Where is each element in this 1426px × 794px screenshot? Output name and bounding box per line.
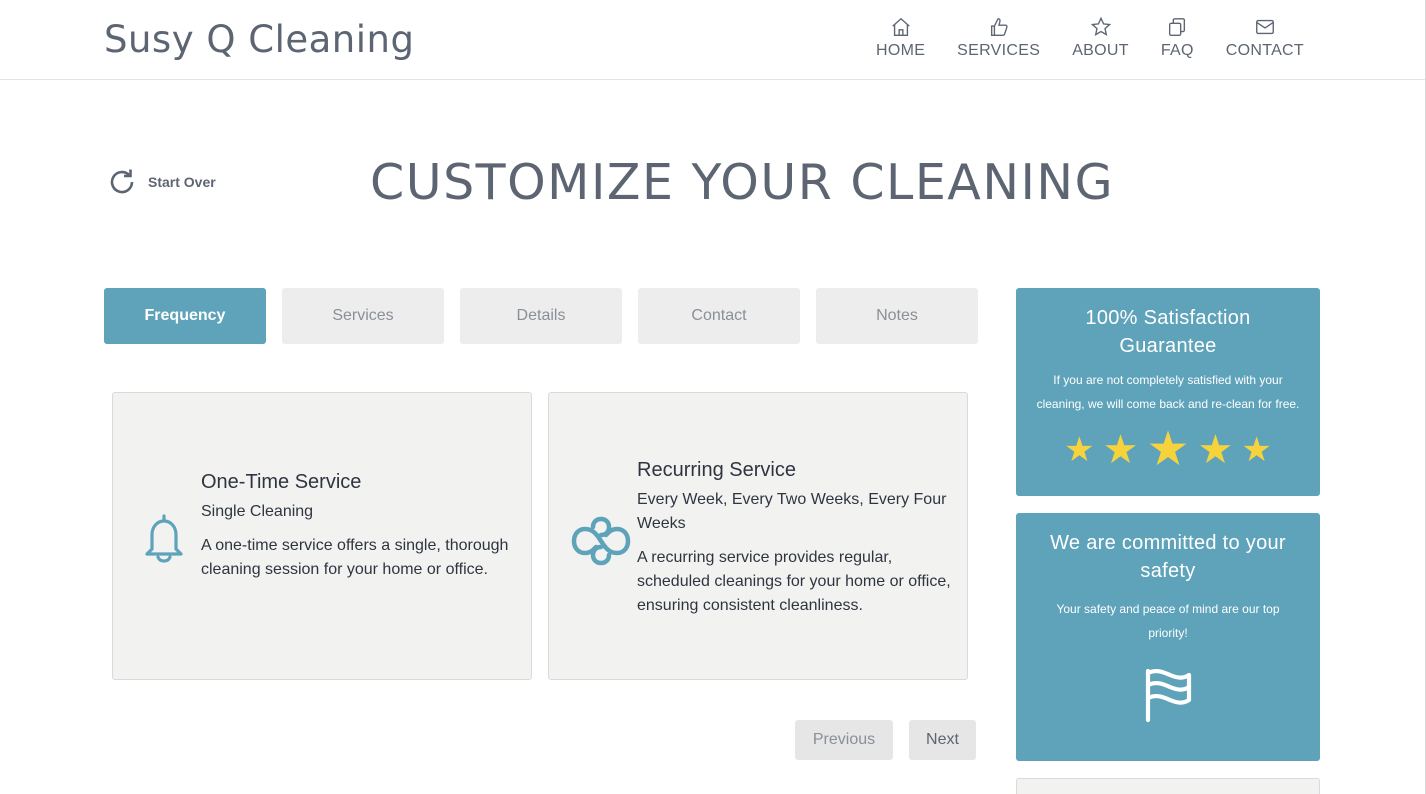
- refresh-icon: [110, 169, 134, 194]
- star-icon: ★: [1102, 428, 1139, 472]
- option-subtitle: Single Cleaning: [201, 503, 314, 520]
- safety-commitment-box: We are committed to your safety Your saf…: [1016, 513, 1320, 761]
- thumbs-up-icon: [990, 18, 1008, 36]
- safety-text: Your safety and peace of mind are our to…: [1056, 602, 1280, 640]
- next-button[interactable]: Next: [909, 720, 976, 760]
- nav-home-label: HOME: [875, 42, 926, 59]
- option-description: A one-time service offers a single, thor…: [201, 537, 509, 578]
- page-title: CUSTOMIZE YOUR CLEANING: [370, 154, 1115, 211]
- home-icon: [891, 17, 910, 36]
- star-icon: ★: [1241, 431, 1272, 469]
- site-header: Susy Q Cleaning HOME SERVICES ABOUT FAQ …: [0, 0, 1426, 80]
- previous-button[interactable]: Previous: [795, 720, 893, 760]
- step-tabs: Frequency Services Details Contact Notes: [104, 288, 978, 344]
- bell-icon: [145, 514, 183, 563]
- one-time-service-option[interactable]: One-Time Service Single Cleaning A one-t…: [112, 392, 532, 680]
- star-icon: [1090, 16, 1111, 36]
- start-over-button[interactable]: Start Over: [106, 166, 216, 198]
- nav-services[interactable]: SERVICES: [957, 16, 1040, 60]
- tab-details[interactable]: Details: [460, 288, 622, 344]
- option-title: Recurring Service: [637, 459, 796, 481]
- option-subtitle: Every Week, Every Two Weeks, Every Four …: [637, 491, 947, 532]
- copy-icon: [1169, 18, 1186, 36]
- nav-faq[interactable]: FAQ: [1161, 16, 1194, 60]
- nav-about[interactable]: ABOUT: [1072, 16, 1129, 60]
- option-title: One-Time Service: [201, 471, 362, 493]
- nav-home[interactable]: HOME: [876, 16, 925, 60]
- recurring-service-option[interactable]: Recurring Service Every Week, Every Two …: [548, 392, 968, 680]
- nav-contact[interactable]: CONTACT: [1226, 16, 1304, 60]
- guarantee-title: 100% Satisfaction Guarantee: [1085, 307, 1251, 357]
- tab-frequency[interactable]: Frequency: [104, 288, 266, 344]
- one-time-service-text: One-Time Service Single Cleaning A one-t…: [201, 471, 521, 582]
- star-icon: ★: [1146, 423, 1190, 476]
- flag-icon: [1145, 668, 1192, 723]
- safety-title: We are committed to your safety: [1050, 532, 1286, 582]
- nav-contact-label: CONTACT: [1225, 42, 1304, 59]
- envelope-icon: [1255, 19, 1274, 35]
- option-description: A recurring service provides regular, sc…: [637, 549, 951, 614]
- star-icon: ★: [1197, 428, 1234, 472]
- sidebar-next-box: [1016, 778, 1320, 794]
- nav-about-label: ABOUT: [1072, 42, 1129, 59]
- infinity-link-icon: [571, 516, 631, 566]
- satisfaction-guarantee-box: 100% Satisfaction Guarantee If you are n…: [1016, 288, 1320, 496]
- guarantee-text: If you are not completely satisfied with…: [1036, 373, 1300, 411]
- tab-contact[interactable]: Contact: [638, 288, 800, 344]
- start-over-label: Start Over: [148, 174, 216, 190]
- tab-services[interactable]: Services: [282, 288, 444, 344]
- main-nav: HOME SERVICES ABOUT FAQ CONTACT: [876, 16, 1304, 60]
- star-icon: ★: [1064, 431, 1095, 469]
- nav-faq-label: FAQ: [1160, 42, 1194, 59]
- recurring-service-text: Recurring Service Every Week, Every Two …: [637, 459, 957, 618]
- nav-services-label: SERVICES: [957, 42, 1041, 59]
- rating-stars: ★ ★ ★ ★ ★: [1034, 426, 1302, 474]
- tab-notes[interactable]: Notes: [816, 288, 978, 344]
- brand-logo-text[interactable]: Susy Q Cleaning: [104, 18, 414, 61]
